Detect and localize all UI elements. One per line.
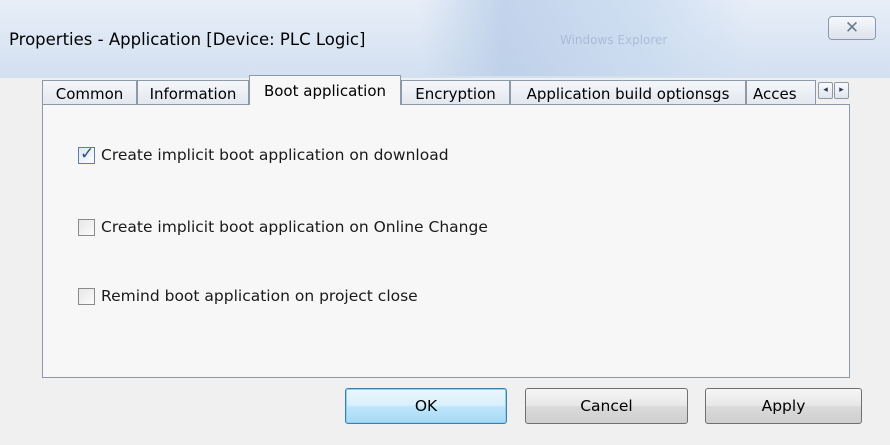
cancel-button[interactable]: Cancel: [525, 388, 688, 424]
scroll-right-icon[interactable]: ▸: [834, 82, 849, 99]
close-button[interactable]: ✕: [828, 16, 876, 40]
option-label[interactable]: Remind boot application on project close: [101, 287, 418, 305]
tab-access[interactable]: Acces: [746, 80, 816, 104]
apply-button[interactable]: Apply: [705, 388, 862, 424]
tab-common[interactable]: Common: [42, 80, 137, 104]
checkbox-remind-boot-on-close[interactable]: [78, 288, 95, 305]
option-label[interactable]: Create implicit boot application on down…: [101, 146, 449, 164]
title-bar[interactable]: Windows Explorer Properties - Applicatio…: [0, 0, 890, 79]
tab-encryption[interactable]: Encryption: [401, 80, 510, 104]
tab-boot-application[interactable]: Boot application: [249, 75, 401, 105]
dialog-client-area: Common Information Boot application Encr…: [0, 75, 890, 445]
ok-button[interactable]: OK: [345, 388, 507, 424]
properties-dialog: Windows Explorer Properties - Applicatio…: [0, 0, 890, 445]
tab-information[interactable]: Information: [137, 80, 249, 104]
close-x-icon: ✕: [844, 18, 860, 38]
option-label[interactable]: Create implicit boot application on Onli…: [101, 218, 488, 236]
checkbox-create-boot-on-download[interactable]: ✓: [78, 144, 95, 164]
scroll-left-icon[interactable]: ◂: [818, 82, 833, 99]
tab-application-build-options[interactable]: Application build optionsgs: [510, 80, 746, 104]
checkmark-icon: ✓: [80, 144, 95, 164]
checkbox-create-boot-on-online-change[interactable]: [78, 219, 95, 236]
boot-application-panel: ✓ Create implicit boot application on do…: [42, 104, 850, 378]
background-window-title: Windows Explorer: [560, 33, 668, 47]
window-title: Properties - Application [Device: PLC Lo…: [9, 30, 366, 49]
